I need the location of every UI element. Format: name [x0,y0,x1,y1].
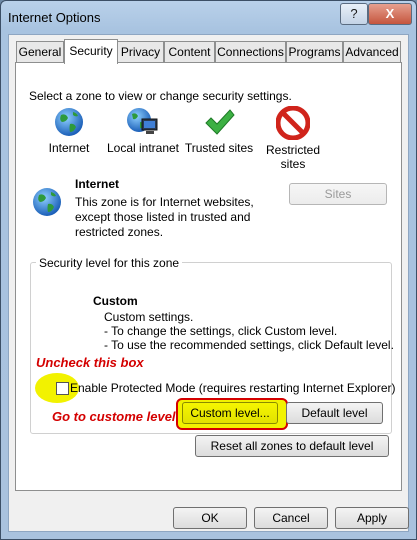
protected-mode-checkbox[interactable] [56,382,69,395]
close-button[interactable]: X [368,3,412,25]
description-line: restricted zones. [75,225,164,239]
security-level-title: Security level for this zone [36,256,183,270]
ok-button[interactable]: OK [173,507,247,529]
globe-icon [33,188,61,216]
intranet-icon [127,108,158,134]
restricted-icon [275,105,311,141]
default-level-button[interactable]: Default level [286,402,383,424]
security-level-details: Custom settings. - To change the setting… [104,310,394,352]
selected-zone-name: Internet [75,177,120,191]
description-line: This zone is for Internet websites, [75,195,254,209]
tab-connections[interactable]: Connections [215,41,286,62]
zone-label: Internet [48,141,90,155]
zones-prompt: Select a zone to view or change security… [29,89,292,103]
selected-zone-description: This zone is for Internet websites, exce… [75,195,254,240]
security-level-name: Custom [93,294,138,308]
reset-all-zones-button[interactable]: Reset all zones to default level [195,435,389,457]
tab-content[interactable]: Content [164,41,215,62]
zone-trusted-sites[interactable]: Trusted sites [184,106,254,155]
tab-general[interactable]: General [16,41,64,62]
tab-programs[interactable]: Programs [286,41,343,62]
detail-line: Custom settings. [104,310,194,324]
zone-label: Trusted sites [184,141,254,155]
tab-security[interactable]: Security [64,39,118,64]
zone-label: Restricted sites [265,143,321,171]
annotation-custom-level: Go to custome level [52,409,176,424]
annotation-uncheck: Uncheck this box [36,355,144,370]
zone-local-intranet[interactable]: Local intranet [106,106,180,155]
help-button[interactable]: ? [340,3,368,25]
zone-internet[interactable]: Internet [40,106,98,155]
window-title: Internet Options [8,10,101,25]
globe-icon [55,108,83,136]
tab-privacy[interactable]: Privacy [117,41,164,62]
checkmark-icon [205,109,235,135]
detail-line: - To change the settings, click Custom l… [104,324,338,338]
detail-line: - To use the recommended settings, click… [104,338,394,352]
description-line: except those listed in trusted and [75,210,251,224]
zone-label: Local intranet [106,141,180,155]
sites-button[interactable]: Sites [289,183,387,205]
tab-advanced[interactable]: Advanced [343,41,401,62]
zone-restricted-sites[interactable]: Restricted sites [260,105,326,171]
apply-button[interactable]: Apply [335,507,409,529]
custom-level-button[interactable]: Custom level... [182,402,278,424]
protected-mode-label[interactable]: Enable Protected Mode (requires restarti… [70,381,396,395]
cancel-button[interactable]: Cancel [254,507,328,529]
